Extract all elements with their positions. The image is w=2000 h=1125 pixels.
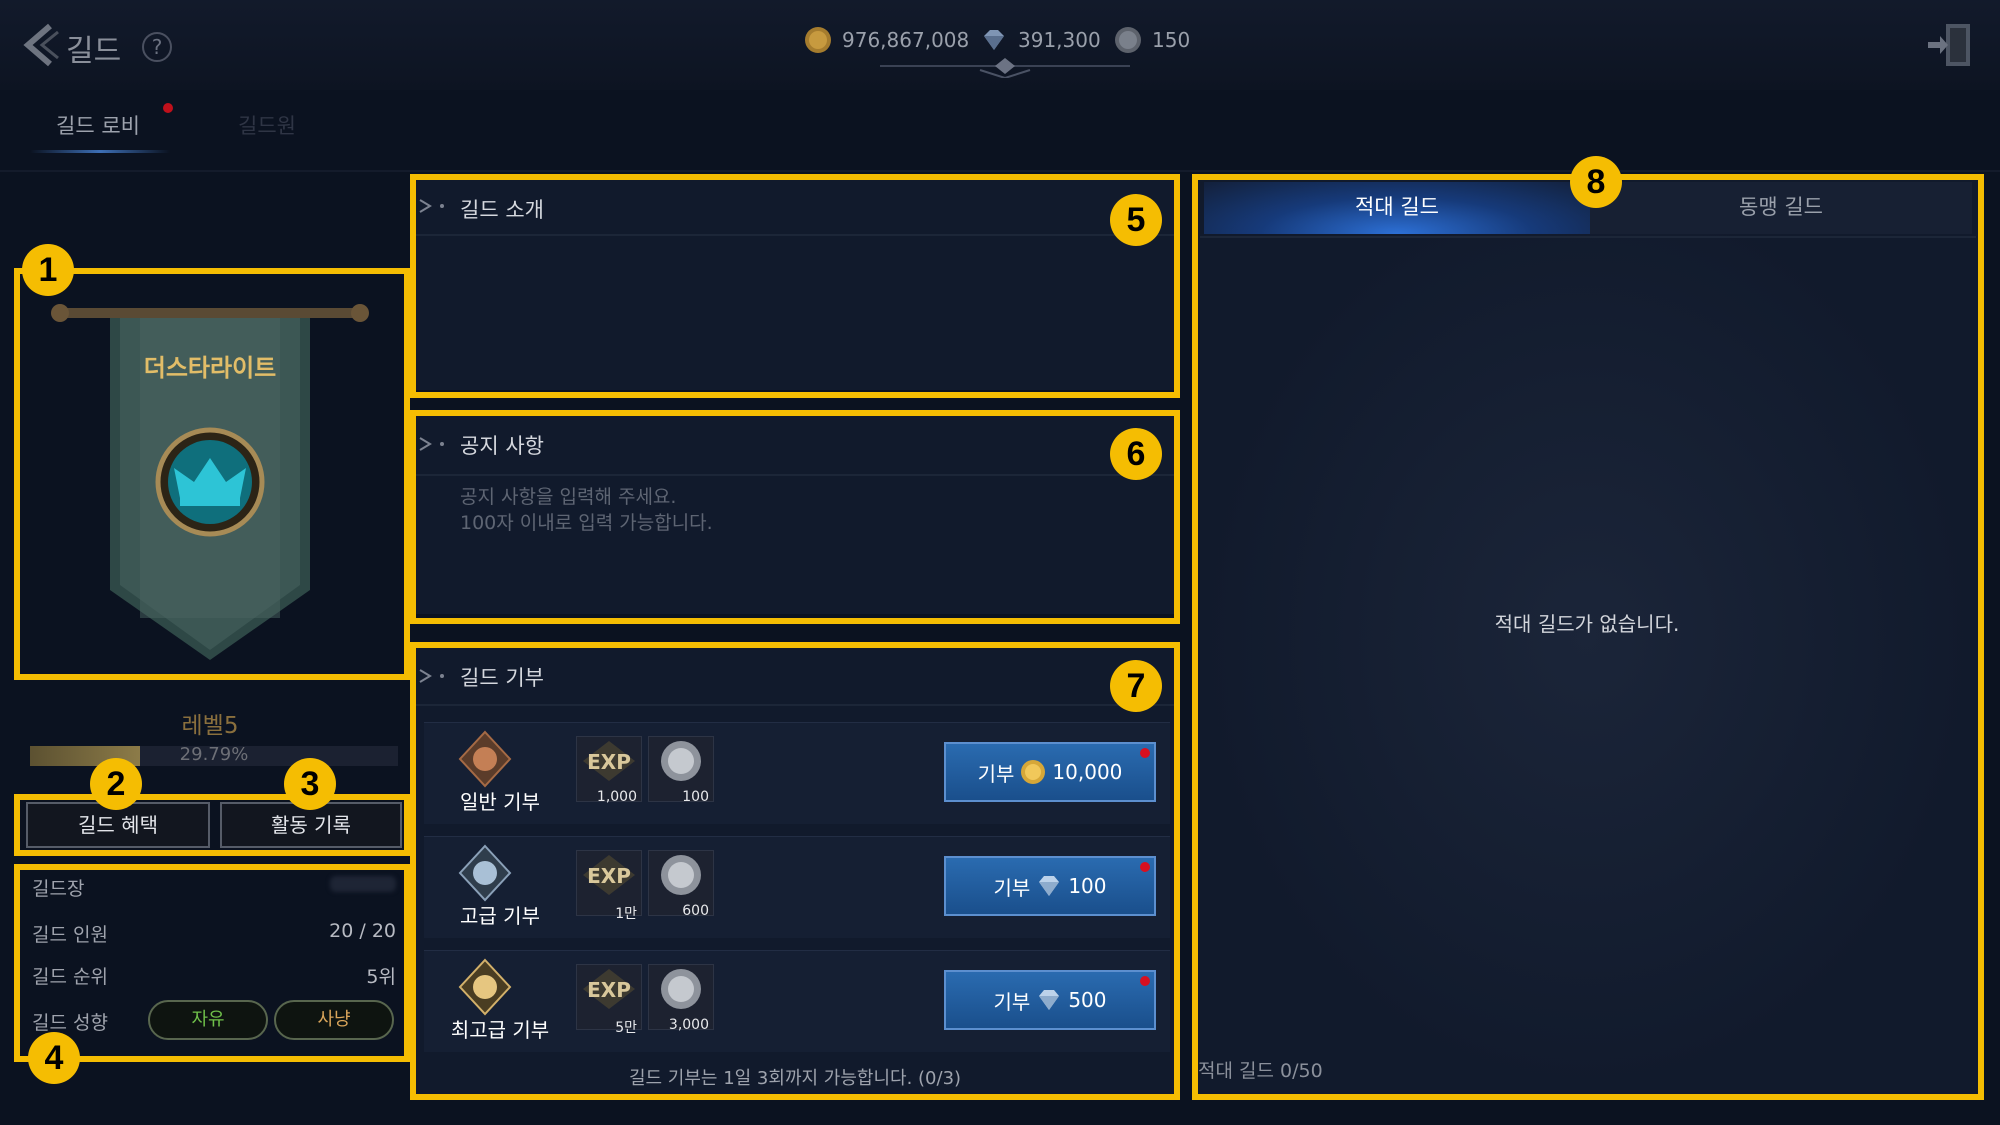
diamond-currency: 391,300: [980, 26, 1101, 54]
donation-frame: [410, 642, 1180, 1100]
badge-5: 5: [1110, 194, 1162, 246]
badge-7: 7: [1110, 660, 1162, 712]
tab-guild-lobby[interactable]: 길드 로비: [56, 110, 140, 140]
exit-door-icon[interactable]: [1926, 22, 1974, 68]
badge-1: 1: [22, 244, 74, 296]
back-arrow-icon[interactable]: [20, 22, 60, 68]
guild-members-label: 길드 인원: [32, 924, 108, 946]
tendency-tag-hunting: 사냥: [274, 1000, 394, 1040]
tendency-tag-free: 자유: [148, 1000, 268, 1040]
notification-dot: [163, 103, 173, 113]
tab-guild-members[interactable]: 길드원: [238, 110, 296, 140]
diamond-amount: 391,300: [1018, 28, 1101, 52]
header-divider: [0, 170, 2000, 172]
badge-4: 4: [28, 1032, 80, 1084]
guild-name: 더스타라이트: [143, 354, 277, 382]
badge-2: 2: [90, 758, 142, 810]
silver-coin-icon: [1115, 27, 1141, 53]
active-tab-indicator: [30, 150, 170, 153]
diamond-icon: [984, 30, 1004, 50]
badge-6: 6: [1110, 428, 1162, 480]
guild-members-row: 길드 인원 20 / 20: [32, 920, 396, 947]
gold-amount: 976,867,008: [842, 28, 970, 52]
guild-banner-image: [51, 304, 369, 660]
guild-members-value: 20 / 20: [329, 920, 396, 942]
guild-level: 레벨5: [181, 713, 239, 739]
xp-percent: 29.79%: [179, 744, 249, 765]
guild-rank-label: 길드 순위: [32, 966, 108, 988]
badge-3: 3: [284, 758, 336, 810]
help-icon[interactable]: ?: [142, 32, 172, 62]
notice-frame: [410, 410, 1180, 624]
badge-8: 8: [1570, 156, 1622, 208]
currency-divider-ornament: [880, 58, 1130, 78]
guild-rank-value: 5위: [366, 966, 396, 988]
guild-rank-row: 길드 순위 5위: [32, 962, 396, 989]
silver-amount: 150: [1152, 28, 1191, 52]
guild-leader-name-blurred: [330, 876, 396, 892]
silver-currency: 150: [1114, 26, 1190, 54]
gold-currency: 976,867,008: [804, 26, 969, 54]
guild-leader-label: 길드장: [32, 878, 85, 900]
gold-coin-icon: [805, 27, 831, 53]
guild-intro-frame[interactable]: [410, 174, 1180, 398]
guild-relations-frame: [1192, 174, 1984, 1100]
page-title: 길드: [66, 34, 122, 69]
guild-tendency-label: 길드 성향: [32, 1012, 108, 1034]
